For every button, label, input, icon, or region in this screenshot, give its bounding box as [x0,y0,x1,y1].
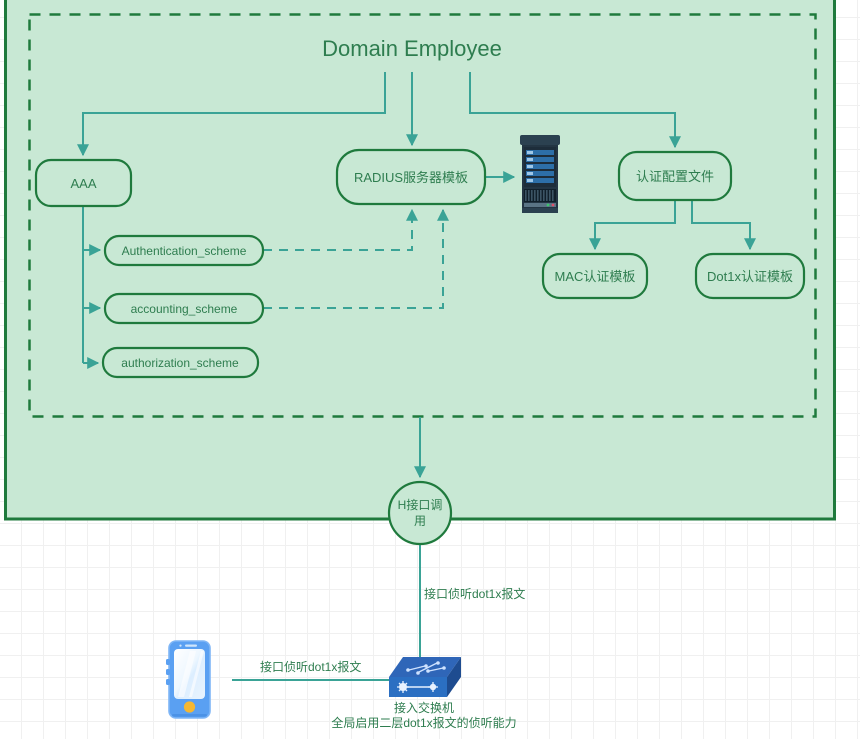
node-h-interface-label-line2: 用 [414,514,426,528]
node-dot1x-label: Dot1x认证模板 [707,269,793,284]
switch-caption-name: 接入交换机 [394,700,454,715]
diagram-canvas: Domain Employee AAA RADIUS服务器模板 认证配置文件 A… [0,0,860,739]
diagram-svg: Domain Employee AAA RADIUS服务器模板 认证配置文件 A… [4,0,836,730]
node-authorization-scheme[interactable]: authorization_scheme [101,346,260,379]
switch-caption-detail: 全局启用二层dot1x报文的侦听能力 [331,715,516,730]
node-aaa-label: AAA [70,176,96,191]
node-authorization-label: authorization_scheme [121,356,239,370]
node-auth-config-label: 认证配置文件 [636,169,714,184]
node-h-interface-shape [387,480,453,546]
node-auth-config-file[interactable]: 认证配置文件 [617,150,733,202]
server-icon [520,135,560,213]
node-accounting-label: accounting_scheme [131,302,238,316]
network-switch-icon [389,657,461,697]
mobile-phone-icon [166,640,211,719]
node-radius-server-template[interactable]: RADIUS服务器模板 [335,148,487,206]
node-h-interface-call[interactable]: H接口调 用 [387,480,453,546]
node-h-interface-label-line1: H接口调 [398,497,443,512]
node-dot1x-auth-template[interactable]: Dot1x认证模板 [694,252,806,300]
node-aaa[interactable]: AAA [34,158,133,208]
node-accounting-scheme[interactable]: accounting_scheme [103,292,265,325]
page-title: Domain Employee [322,36,502,61]
node-authentication-scheme[interactable]: Authentication_scheme [103,234,265,267]
node-authentication-label: Authentication_scheme [122,244,247,258]
node-mac-label: MAC认证模板 [555,269,636,284]
edge-label-interface-listen-vertical: 接口侦听dot1x报文 [424,586,525,601]
edge-label-interface-listen-horizontal: 接口侦听dot1x报文 [260,659,361,674]
node-radius-label: RADIUS服务器模板 [354,170,468,185]
node-mac-auth-template[interactable]: MAC认证模板 [541,252,649,300]
